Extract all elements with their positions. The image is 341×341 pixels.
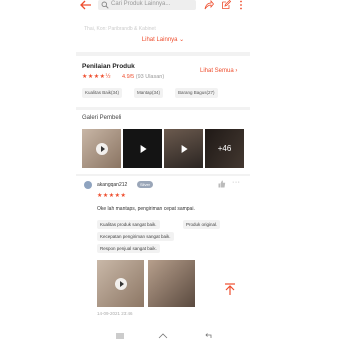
top-bar: Cari Produk Lainnya...	[76, 0, 250, 12]
rating-value: 4.9/5	[122, 74, 135, 80]
menu-icon[interactable]	[116, 333, 124, 339]
rating-filter-chip[interactable]: Kualitas Baik(34)	[82, 88, 123, 98]
scroll-to-top-icon[interactable]	[223, 282, 237, 296]
review-stars-icon: ★★★★★	[97, 193, 127, 199]
play-icon	[140, 144, 147, 153]
gallery-more-thumb[interactable]: +46	[205, 129, 244, 168]
see-all-ratings-link[interactable]: Lihat Semua ›	[200, 68, 237, 74]
play-icon	[114, 277, 127, 290]
review-video[interactable]	[97, 260, 144, 307]
thumbs-up-icon[interactable]	[218, 180, 226, 188]
rating-score: 4.9/5 (93 Ulasan)	[122, 74, 164, 80]
back-arrow-icon[interactable]	[80, 0, 92, 10]
rating-stars-icon: ★★★★½	[82, 74, 112, 80]
rating-filter-chip[interactable]: Barang Bagus(27)	[175, 88, 218, 98]
review-card: akangqan212 Silver ··· ★★★★★ Oke lah man…	[76, 176, 250, 332]
search-bar[interactable]: Cari Produk Lainnya...	[98, 0, 196, 10]
more-options-icon[interactable]: ···	[232, 179, 241, 186]
gallery-video-thumb[interactable]	[164, 129, 203, 168]
home-icon[interactable]	[158, 333, 168, 339]
gallery-video-thumb[interactable]	[123, 129, 162, 168]
search-input[interactable]: Cari Produk Lainnya...	[111, 1, 170, 7]
system-nav-bar	[76, 332, 250, 341]
reviewer-name: akangqan212	[97, 182, 128, 188]
rating-count: (93 Ulasan)	[135, 74, 165, 80]
share-icon[interactable]	[204, 0, 214, 10]
rating-filter-chip[interactable]: Mantap(34)	[134, 88, 164, 98]
review-timestamp: 14-09-2021 23:46	[97, 311, 133, 316]
rating-title: Penilaian Produk	[82, 63, 135, 70]
review-tag: Kualitas produk sangat baik.	[97, 220, 160, 229]
search-icon	[101, 1, 109, 9]
see-more-button[interactable]: Lihat Lainnya ⌄	[76, 36, 250, 43]
gallery-title: Galeri Pembeli	[82, 115, 122, 121]
description-section: Thai, Kon: Paribrandb & Kabinet	[76, 12, 250, 52]
gallery-more-count: +46	[205, 129, 244, 168]
review-comment: Oke lah mantaps, pengiriman cepat sampai…	[97, 206, 195, 212]
see-all-label: Lihat Semua	[200, 68, 234, 74]
member-badge: Silver	[137, 181, 154, 188]
product-rating-section: Penilaian Produk ★★★★½ 4.9/5 (93 Ulasan)…	[76, 56, 250, 107]
review-tag: Respon penjual sangat baik.	[97, 244, 160, 253]
edit-icon[interactable]	[221, 0, 231, 10]
see-more-label: Lihat Lainnya	[141, 37, 178, 43]
more-vertical-icon[interactable]	[236, 0, 246, 10]
review-photo[interactable]	[148, 260, 195, 307]
review-tag: Produk original.	[183, 220, 221, 229]
chevron-down-icon: ⌄	[179, 37, 185, 43]
description-faded-text: Thai, Kon: Paribrandb & Kabinet	[84, 26, 156, 32]
back-icon[interactable]	[204, 333, 212, 339]
review-tag: Kecepatan pengiriman sangat baik.	[97, 232, 174, 241]
play-icon	[95, 142, 108, 155]
avatar	[84, 181, 92, 189]
buyer-gallery: Galeri Pembeli +46	[76, 110, 250, 174]
gallery-video-thumb[interactable]	[82, 129, 121, 168]
phone-screen: Cari Produk Lainnya... Thai, Kon: Paribr…	[76, 0, 250, 341]
chevron-right-icon: ›	[235, 68, 238, 74]
play-icon	[181, 144, 188, 153]
